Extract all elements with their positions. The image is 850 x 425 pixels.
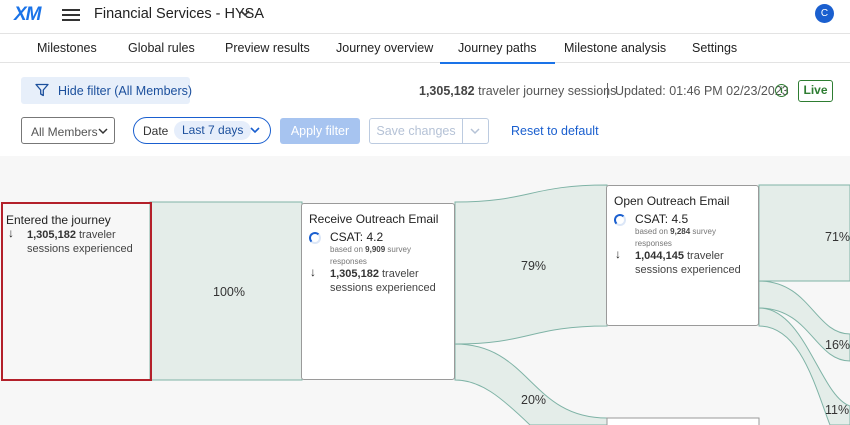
- chevron-down-icon: [98, 128, 108, 135]
- flow-percentage: 71%: [825, 230, 850, 244]
- tab-settings[interactable]: Settings: [692, 41, 737, 55]
- node-count: 1,305,182 traveler sessions experienced: [330, 267, 460, 295]
- node-count: 1,305,182 traveler sessions experienced: [27, 228, 157, 256]
- next-node-partial: [606, 417, 760, 425]
- sessions-summary: 1,305,182 traveler journey sessions: [419, 84, 616, 98]
- arrow-down-icon: ↓: [8, 226, 14, 240]
- session-count: 1,305,182: [27, 229, 76, 241]
- chevron-down-icon: [470, 128, 480, 135]
- chevron-down-icon: [250, 127, 260, 134]
- info-icon[interactable]: i: [775, 84, 788, 97]
- save-options-button[interactable]: [462, 118, 489, 144]
- node-title: Receive Outreach Email: [309, 212, 439, 226]
- sessions-text: traveler journey sessions: [478, 84, 617, 98]
- tab-milestones[interactable]: Milestones: [37, 41, 97, 55]
- date-filter[interactable]: Date Last 7 days: [133, 117, 271, 144]
- apply-filter-button[interactable]: Apply filter: [280, 118, 360, 144]
- node-count: 1,044,145 traveler sessions experienced: [635, 249, 765, 277]
- updated-timestamp: Updated: 01:46 PM 02/23/2023: [615, 84, 789, 98]
- basis-prefix: based on: [635, 227, 668, 236]
- flow-percentage: 100%: [213, 285, 245, 299]
- menu-icon[interactable]: [62, 6, 80, 22]
- spinner-icon: [309, 232, 321, 244]
- csat-score: CSAT: 4.5: [635, 212, 689, 226]
- node-title: Open Outreach Email: [614, 194, 730, 208]
- csat-basis: based on 9,284 survey responses: [635, 226, 735, 250]
- tab-global-rules[interactable]: Global rules: [128, 41, 195, 55]
- basis-prefix: based on: [330, 245, 363, 254]
- response-count: 9,909: [365, 245, 386, 254]
- flow-percentage: 16%: [825, 338, 850, 352]
- response-count: 9,284: [670, 227, 691, 236]
- chevron-down-icon[interactable]: [240, 8, 250, 18]
- csat-basis: based on 9,909 survey responses: [330, 244, 430, 268]
- top-bar: XM Financial Services - HYSA C: [0, 0, 850, 30]
- csat-score: CSAT: 4.2: [330, 230, 384, 244]
- live-badge: Live: [798, 80, 833, 102]
- save-changes-button[interactable]: Save changes: [369, 118, 463, 144]
- milestone-node-open-email[interactable]: Open Outreach Email CSAT: 4.5 based on 9…: [606, 185, 759, 326]
- flow-receive-to-lower: [454, 343, 608, 425]
- tab-journey-paths[interactable]: Journey paths: [440, 41, 554, 64]
- node-title: Entered the journey: [6, 213, 111, 227]
- hide-filter-button[interactable]: Hide filter (All Members): [21, 77, 193, 104]
- journey-paths-canvas[interactable]: 100% 79% 20% 71% 16% 11% Entered the jou…: [0, 156, 850, 425]
- milestone-node-receive-email[interactable]: Receive Outreach Email CSAT: 4.2 based o…: [301, 203, 455, 380]
- session-count: 1,044,145: [635, 250, 684, 262]
- entry-node[interactable]: Entered the journey ↓ 1,305,182 traveler…: [1, 202, 152, 381]
- avatar[interactable]: C: [815, 4, 834, 23]
- divider: [607, 83, 608, 98]
- date-value: Last 7 days: [174, 121, 252, 140]
- members-dropdown-value: All Members: [31, 125, 98, 139]
- spinner-icon: [614, 214, 626, 226]
- flow-percentage: 20%: [521, 393, 547, 407]
- sessions-count: 1,305,182: [419, 84, 475, 98]
- flow-percentage: 11%: [825, 403, 850, 417]
- hide-filter-label: Hide filter (All Members): [58, 84, 193, 98]
- session-count: 1,305,182: [330, 268, 379, 280]
- reset-to-default-link[interactable]: Reset to default: [511, 124, 599, 138]
- flow-percentage: 79%: [521, 259, 547, 273]
- date-label: Date: [143, 124, 169, 138]
- arrow-down-icon: ↓: [310, 265, 316, 279]
- filter-icon: [35, 83, 49, 97]
- arrow-down-icon: ↓: [615, 247, 621, 261]
- tab-milestone-analysis[interactable]: Milestone analysis: [564, 41, 666, 55]
- project-title[interactable]: Financial Services - HYSA: [94, 6, 264, 22]
- members-dropdown[interactable]: All Members: [21, 117, 115, 144]
- tab-journey-overview[interactable]: Journey overview: [336, 41, 433, 55]
- tab-preview-results[interactable]: Preview results: [225, 41, 310, 55]
- tab-bar: Milestones Global rules Preview results …: [0, 33, 850, 64]
- xm-logo[interactable]: XM: [14, 4, 41, 26]
